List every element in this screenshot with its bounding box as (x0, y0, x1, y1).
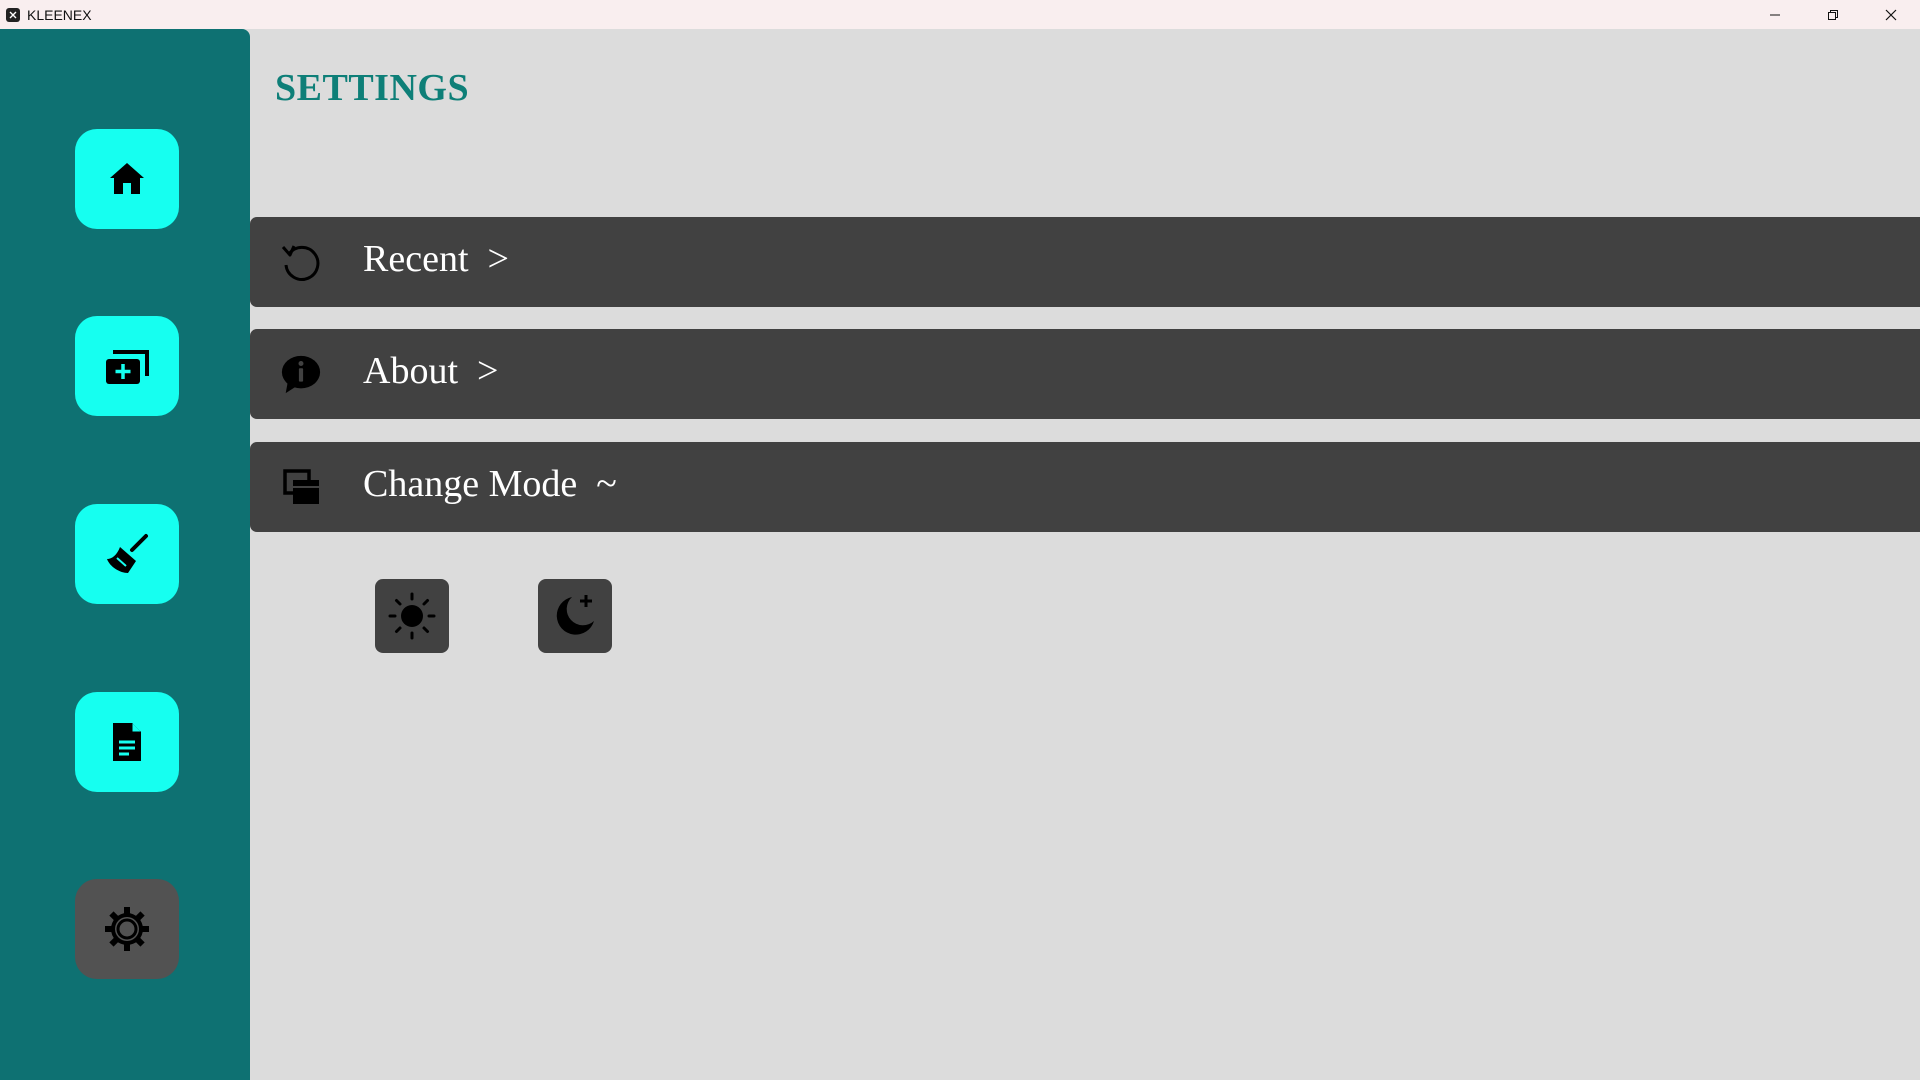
document-icon (113, 723, 141, 761)
home-icon (110, 163, 144, 194)
history-icon (280, 241, 322, 283)
recent-label: Recent > (363, 238, 509, 280)
kleenex-app-icon (6, 7, 20, 22)
minimize-icon (1770, 14, 1780, 15)
add-copy-icon (106, 350, 149, 384)
nav-clean-button[interactable] (75, 504, 179, 604)
light-mode-button[interactable] (375, 579, 449, 653)
info-bubble-icon (280, 353, 322, 395)
sidebar (0, 29, 250, 1080)
nav-home-button[interactable] (75, 129, 179, 229)
window-title-bar: KLEENEX (0, 0, 1920, 29)
restore-button[interactable] (1804, 0, 1862, 29)
dark-mode-button[interactable] (538, 579, 612, 653)
mode-stack-icon (280, 466, 322, 508)
recent-row[interactable]: Recent > (250, 217, 1920, 307)
page-title: SETTINGS (275, 67, 470, 109)
sun-icon (388, 592, 436, 640)
nav-add-button[interactable] (75, 316, 179, 416)
change-mode-label: Change Mode ~ (363, 463, 617, 505)
close-button[interactable] (1862, 0, 1920, 29)
window-title: KLEENEX (27, 6, 92, 23)
minimize-button[interactable] (1746, 0, 1804, 29)
nav-document-button[interactable] (75, 692, 179, 792)
restore-icon (1828, 9, 1838, 20)
change-mode-row[interactable]: Change Mode ~ (250, 442, 1920, 532)
broom-icon (107, 534, 148, 573)
about-label: About > (363, 350, 499, 392)
gear-icon (105, 907, 149, 951)
nav-settings-button[interactable] (75, 879, 179, 979)
about-row[interactable]: About > (250, 329, 1920, 419)
close-icon (1885, 9, 1897, 20)
window-controls (1746, 0, 1920, 29)
moon-stars-icon (556, 595, 594, 635)
